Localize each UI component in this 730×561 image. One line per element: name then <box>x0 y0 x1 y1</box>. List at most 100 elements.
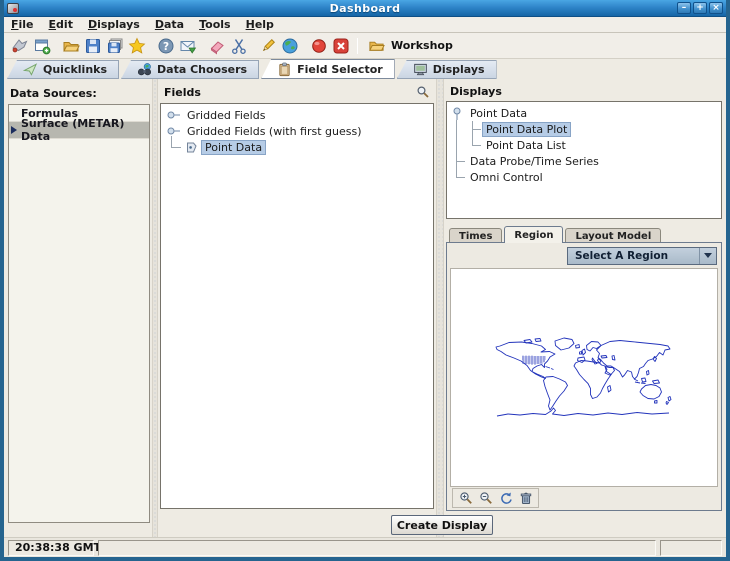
main-tab-bar: Quicklinks Data Choosers Field Selector … <box>4 59 726 79</box>
data-sources-header: Data Sources: <box>8 87 150 100</box>
data-choosers-icon <box>137 62 152 77</box>
tab-label: Quicklinks <box>43 63 107 76</box>
cut-icon[interactable] <box>228 35 250 57</box>
favorites-star-icon[interactable] <box>126 35 148 57</box>
map-toolbar <box>452 488 539 508</box>
menu-bar: File Edit Displays Data Tools Help <box>4 17 726 33</box>
svg-text:?: ? <box>163 41 169 53</box>
show-dashboard-icon[interactable] <box>9 35 31 57</box>
minimize-button[interactable]: – <box>677 2 691 14</box>
list-item-label: Surface (METAR) Data <box>21 117 149 143</box>
close-button[interactable]: × <box>709 2 723 14</box>
subtab-label: Layout Model <box>575 231 651 242</box>
tree-item-gridded-fields-first-guess[interactable]: Gridded Fields (with first guess) <box>161 123 433 139</box>
window-title: Dashboard <box>4 2 726 15</box>
tree-collapsed-handle-icon[interactable] <box>165 108 181 122</box>
globe-icon[interactable] <box>279 35 301 57</box>
main-content: Data Sources: Formulas Surface (METAR) D… <box>4 79 726 537</box>
subtab-layout-model[interactable]: Layout Model <box>565 228 661 243</box>
tree-item-label: Point Data List <box>482 138 570 153</box>
tree-item-label: Point Data <box>466 106 531 121</box>
region-tabbedpane: Times Region Layout Model Select A Regio… <box>446 226 722 511</box>
subtab-label: Times <box>459 231 492 242</box>
bottom-button-bar: Create Display <box>158 513 726 537</box>
displays-panel: Displays Point Data Point Data Plot Poin… <box>444 79 726 513</box>
tree-item-label: Gridded Fields (with first guess) <box>183 124 366 139</box>
menu-data[interactable]: Data <box>155 18 184 31</box>
tab-label: Data Choosers <box>157 63 247 76</box>
zoom-out-icon[interactable] <box>477 490 494 506</box>
memory-readout <box>660 540 722 556</box>
status-message-area <box>98 540 656 556</box>
tab-label: Field Selector <box>297 63 383 76</box>
tree-item-label: Data Probe/Time Series <box>466 154 603 169</box>
title-bar: Dashboard – + × <box>4 0 726 17</box>
workshop-folder-icon[interactable] <box>365 35 387 57</box>
tree-item-gridded-fields[interactable]: Gridded Fields <box>161 107 433 123</box>
selection-arrow-icon <box>11 126 17 134</box>
fields-tree: Gridded Fields Gridded Fields (with firs… <box>160 103 434 509</box>
publish-icon[interactable] <box>177 35 199 57</box>
tree-item-label: Point Data Plot <box>482 122 571 137</box>
tree-expanded-handle-icon[interactable] <box>450 105 464 121</box>
save-copy-icon[interactable] <box>104 35 126 57</box>
subtab-times[interactable]: Times <box>449 228 502 243</box>
tab-data-choosers[interactable]: Data Choosers <box>121 60 259 79</box>
menu-displays[interactable]: Displays <box>88 18 140 31</box>
eraser-icon[interactable] <box>206 35 228 57</box>
chevron-down-icon[interactable] <box>699 248 716 264</box>
tree-item-label: Gridded Fields <box>183 108 269 123</box>
record-icon[interactable] <box>308 35 330 57</box>
tree-item-point-data-plot[interactable]: Point Data Plot <box>447 121 721 137</box>
region-combobox-value: Select A Region <box>568 248 699 264</box>
main-toolbar: ? Workshop <box>4 33 726 59</box>
point-data-leaf-icon <box>185 141 198 154</box>
maximize-button[interactable]: + <box>693 2 707 14</box>
quicklinks-icon <box>23 62 38 77</box>
menu-file[interactable]: File <box>11 18 34 31</box>
delete-region-trash-icon[interactable] <box>517 490 534 506</box>
subtab-label: Region <box>514 230 553 241</box>
fields-panel: Fields Gridded Fields Gridded Fields (wi… <box>158 79 436 513</box>
tab-quicklinks[interactable]: Quicklinks <box>7 60 119 79</box>
displays-header: Displays <box>446 85 722 101</box>
toolbar-separator <box>357 38 358 54</box>
world-map-outline <box>494 331 674 425</box>
clock-readout: 20:38:38 GMT <box>8 540 94 556</box>
data-sources-panel: Data Sources: Formulas Surface (METAR) D… <box>4 79 152 537</box>
subtab-region[interactable]: Region <box>504 226 563 243</box>
region-map[interactable] <box>450 268 718 487</box>
tree-item-omni-control[interactable]: Omni Control <box>447 169 721 185</box>
status-bar: 20:38:38 GMT <box>4 537 726 557</box>
search-icon[interactable] <box>416 85 430 99</box>
list-item-surface-metar[interactable]: Surface (METAR) Data <box>9 122 149 139</box>
save-icon[interactable] <box>82 35 104 57</box>
help-icon[interactable]: ? <box>155 35 177 57</box>
field-selector-icon <box>277 62 292 77</box>
reset-projection-icon[interactable] <box>497 490 514 506</box>
tab-label: Displays <box>433 63 485 76</box>
menu-tools[interactable]: Tools <box>199 18 230 31</box>
create-display-button[interactable]: Create Display <box>391 515 493 535</box>
tree-item-point-data-root[interactable]: Point Data <box>447 105 721 121</box>
tree-item-data-probe[interactable]: Data Probe/Time Series <box>447 153 721 169</box>
fields-header: Fields <box>162 86 201 99</box>
zoom-in-icon[interactable] <box>457 490 474 506</box>
tree-item-label: Point Data <box>201 140 266 155</box>
tab-displays[interactable]: Displays <box>397 60 497 79</box>
splitter-right[interactable] <box>436 79 444 537</box>
stop-icon[interactable] <box>330 35 352 57</box>
tab-field-selector[interactable]: Field Selector <box>261 59 395 79</box>
open-folder-icon[interactable] <box>60 35 82 57</box>
new-window-icon[interactable] <box>31 35 53 57</box>
tree-item-point-data[interactable]: Point Data <box>161 139 433 155</box>
menu-edit[interactable]: Edit <box>49 18 73 31</box>
dashboard-window: Dashboard – + × File Edit Displays Data … <box>0 0 730 561</box>
region-combobox[interactable]: Select A Region <box>567 247 717 265</box>
data-sources-list: Formulas Surface (METAR) Data <box>8 104 150 523</box>
edit-pencil-icon[interactable] <box>257 35 279 57</box>
workshop-label: Workshop <box>391 39 453 52</box>
tree-item-label: Omni Control <box>466 170 547 185</box>
menu-help[interactable]: Help <box>246 18 274 31</box>
tree-item-point-data-list[interactable]: Point Data List <box>447 137 721 153</box>
